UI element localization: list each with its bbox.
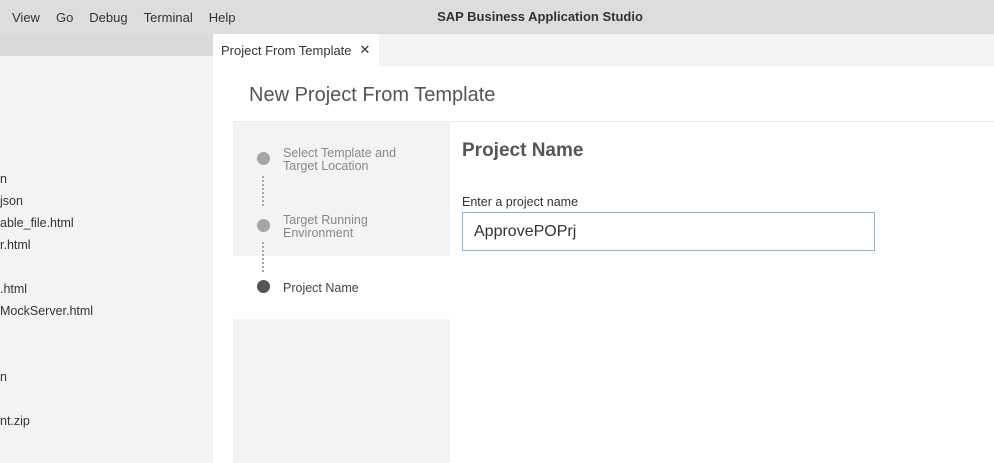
project-name-input[interactable] <box>462 212 875 251</box>
menu-debug[interactable]: Debug <box>81 10 135 25</box>
explorer-item[interactable]: n <box>0 370 7 384</box>
explorer-item[interactable]: MockServer.html <box>0 304 93 318</box>
step-target-environment[interactable]: Target Running Environment <box>283 214 433 240</box>
step-dot-icon[interactable] <box>257 152 270 165</box>
menu-bar: View Go Debug Terminal Help <box>4 0 243 34</box>
explorer-item[interactable]: able_file.html <box>0 216 74 230</box>
explorer-header[interactable] <box>0 34 213 56</box>
tab-project-from-template[interactable]: Project From Template ✕ <box>213 34 379 66</box>
project-name-label: Enter a project name <box>462 195 579 209</box>
title-bar: View Go Debug Terminal Help SAP Business… <box>0 0 994 34</box>
close-icon[interactable]: ✕ <box>360 42 371 58</box>
menu-help[interactable]: Help <box>201 10 244 25</box>
explorer-item[interactable]: nt.zip <box>0 414 30 428</box>
tab-label: Project From Template <box>221 42 352 58</box>
step-dot-icon[interactable] <box>257 219 270 232</box>
step-select-template[interactable]: Select Template and Target Location <box>283 147 433 173</box>
step-dot-active-icon[interactable] <box>257 280 270 293</box>
explorer-item[interactable]: .html <box>0 282 27 296</box>
explorer-item[interactable]: r.html <box>0 238 31 252</box>
menu-view[interactable]: View <box>4 10 48 25</box>
editor-tab-strip: Project From Template ✕ <box>213 34 994 66</box>
explorer-sidebar <box>0 34 213 463</box>
explorer-item[interactable]: n <box>0 172 7 186</box>
page-title: New Project From Template <box>249 84 496 106</box>
menu-go[interactable]: Go <box>48 10 81 25</box>
menu-terminal[interactable]: Terminal <box>136 10 201 25</box>
app-title: SAP Business Application Studio <box>437 9 643 24</box>
step-connector <box>262 242 264 272</box>
step-connector <box>262 176 264 206</box>
section-title: Project Name <box>462 140 584 161</box>
explorer-item[interactable]: json <box>0 194 23 208</box>
step-project-name[interactable]: Project Name <box>283 282 433 295</box>
